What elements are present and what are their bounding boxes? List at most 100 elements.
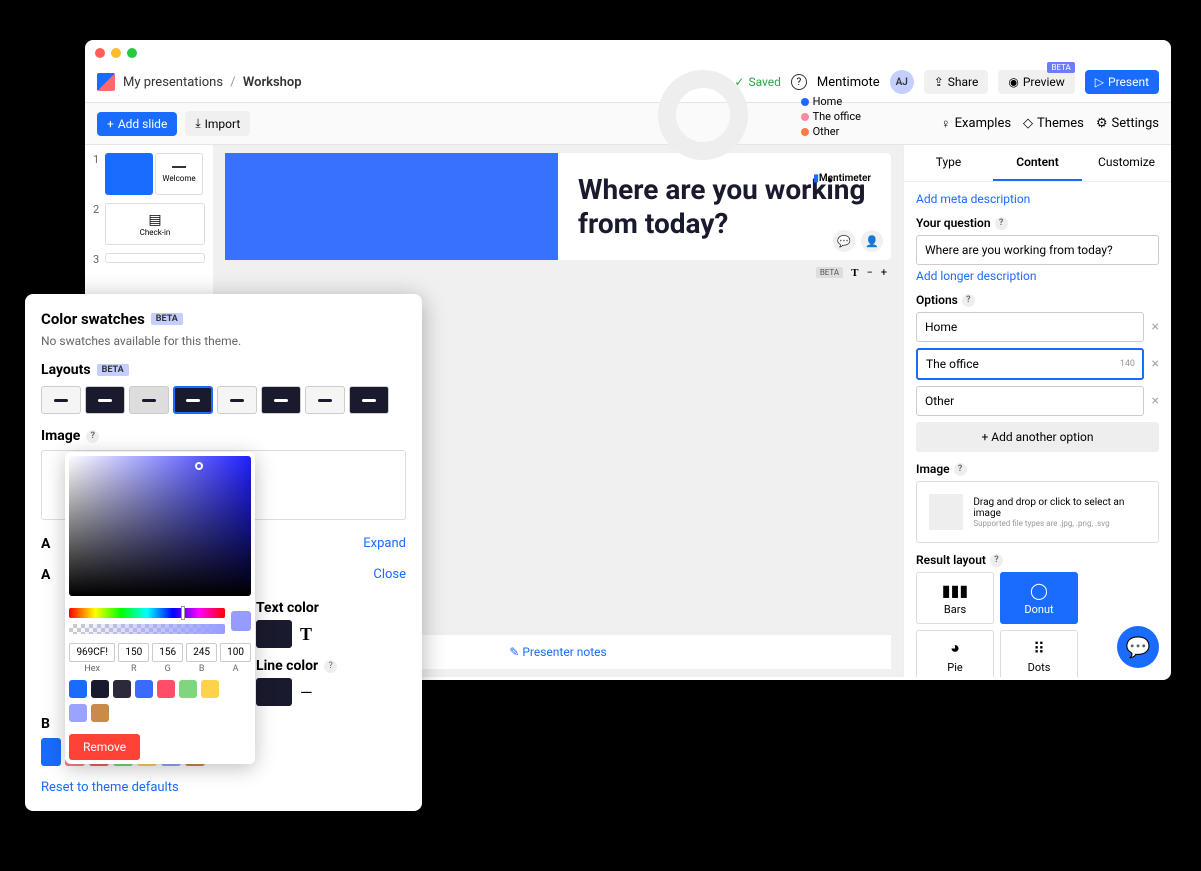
option-row: 140 × [916, 348, 1159, 380]
preset-swatch[interactable] [69, 704, 87, 722]
remove-option-icon[interactable]: × [1152, 356, 1159, 372]
hue-slider[interactable] [69, 608, 225, 618]
help-icon[interactable]: ? [954, 463, 967, 476]
add-meta-link[interactable]: Add meta description [916, 192, 1159, 206]
remove-option-icon[interactable]: × [1152, 319, 1159, 335]
reset-theme-link[interactable]: Reset to theme defaults [41, 780, 406, 795]
import-button[interactable]: ⤓Import [185, 111, 250, 136]
breadcrumb-current[interactable]: Workshop [243, 75, 302, 90]
breadcrumb-root[interactable]: My presentations [123, 75, 223, 90]
breadcrumb-separator: / [230, 75, 235, 90]
share-button[interactable]: ⇪Share [924, 70, 989, 94]
help-icon[interactable]: ? [324, 660, 337, 673]
slide-canvas[interactable]: Where are you working from today? ▮Menti… [225, 153, 891, 260]
g-input[interactable] [152, 643, 183, 662]
preset-swatches-2 [69, 704, 251, 722]
text-tool-icon[interactable]: T [851, 267, 858, 279]
layout-donut[interactable]: ◯Donut [1000, 572, 1078, 624]
add-longer-link[interactable]: Add longer description [916, 269, 1159, 283]
close-window-icon[interactable] [95, 48, 105, 58]
layout-thumb[interactable] [217, 386, 257, 414]
app-logo-icon [97, 73, 115, 91]
preset-swatch[interactable] [179, 680, 197, 698]
hex-input[interactable] [69, 643, 115, 662]
slide-thumb[interactable] [105, 153, 153, 195]
option-input[interactable] [916, 386, 1144, 416]
avatar[interactable]: AJ [890, 70, 914, 94]
partial-label: A [41, 536, 50, 552]
slide-number: 2 [93, 203, 105, 245]
layout-thumb[interactable] [129, 386, 169, 414]
themes-link[interactable]: ◇Themes [1023, 116, 1084, 132]
add-option-button[interactable]: + Add another option [916, 422, 1159, 452]
preset-swatch[interactable] [69, 680, 87, 698]
gradient-cursor-icon[interactable] [195, 462, 203, 470]
remove-option-icon[interactable]: × [1152, 393, 1159, 409]
hue-cursor-icon[interactable] [181, 606, 185, 620]
layout-thumb[interactable] [305, 386, 345, 414]
expand-link[interactable]: Expand [363, 536, 406, 551]
layout-thumbnails [41, 386, 406, 414]
text-color-chip[interactable] [256, 620, 292, 648]
layout-thumb[interactable] [261, 386, 301, 414]
layout-thumb[interactable] [41, 386, 81, 414]
layout-thumb[interactable] [173, 386, 213, 414]
preset-swatch[interactable] [157, 680, 175, 698]
question-label: Your question? [916, 216, 1159, 230]
settings-link[interactable]: ⚙Settings [1096, 116, 1159, 132]
chat-icon[interactable]: 💬 [833, 230, 855, 252]
layout-pie[interactable]: ◕Pie [916, 630, 994, 677]
line-color-chip[interactable] [256, 678, 292, 706]
partial-label: A [41, 567, 50, 583]
person-icon[interactable]: 👤 [861, 230, 883, 252]
mentimote-link[interactable]: Mentimote [817, 75, 880, 90]
help-icon[interactable]: ? [962, 294, 975, 307]
preset-swatch[interactable] [113, 680, 131, 698]
examples-link[interactable]: ♀Examples [941, 116, 1011, 132]
slide-thumb[interactable]: ▤Check-in [105, 203, 205, 245]
tab-type[interactable]: Type [904, 145, 993, 181]
maximize-window-icon[interactable] [127, 48, 137, 58]
slide-thumb[interactable] [105, 253, 205, 263]
help-icon[interactable]: ? [791, 74, 807, 90]
intercom-chat-icon[interactable]: 💬 [1117, 626, 1159, 668]
r-input[interactable] [118, 643, 149, 662]
slide-thumb[interactable]: Welcome [155, 153, 203, 195]
layout-bars[interactable]: ▮▮▮Bars [916, 572, 994, 624]
option-input[interactable] [916, 312, 1144, 342]
bar-swatch[interactable] [41, 738, 61, 766]
slide-item[interactable]: 1 Welcome [93, 153, 205, 195]
alpha-slider[interactable] [69, 624, 225, 634]
layout-dots[interactable]: ⠿Dots [1000, 630, 1078, 677]
b-input[interactable] [186, 643, 217, 662]
slide-item[interactable]: 3 [93, 253, 205, 266]
help-icon[interactable]: ? [990, 554, 1003, 567]
layout-thumb[interactable] [349, 386, 389, 414]
tab-customize[interactable]: Customize [1082, 145, 1171, 181]
image-dropzone[interactable]: Drag and drop or click to select an imag… [916, 481, 1159, 543]
tab-content[interactable]: Content [993, 145, 1082, 181]
remove-button[interactable]: Remove [69, 734, 140, 760]
question-input[interactable] [916, 235, 1159, 265]
add-slide-button[interactable]: +Add slide [97, 112, 177, 136]
preset-swatch[interactable] [91, 680, 109, 698]
zoom-out-icon[interactable]: − [866, 266, 872, 279]
minimize-window-icon[interactable] [111, 48, 121, 58]
preset-swatch[interactable] [91, 704, 109, 722]
droplet-icon: ◇ [1023, 116, 1033, 131]
help-icon[interactable]: ? [995, 217, 1008, 230]
option-input[interactable] [916, 348, 1144, 380]
zoom-in-icon[interactable]: + [881, 266, 887, 279]
slide-item[interactable]: 2 ▤Check-in [93, 203, 205, 245]
saturation-gradient[interactable] [69, 456, 251, 596]
preset-swatch[interactable] [201, 680, 219, 698]
help-icon[interactable]: ? [86, 430, 99, 443]
preset-swatch[interactable] [135, 680, 153, 698]
present-button[interactable]: ▷Present [1085, 70, 1159, 94]
close-link[interactable]: Close [373, 567, 406, 582]
layout-thumb[interactable] [85, 386, 125, 414]
breadcrumb[interactable]: My presentations / Workshop [123, 75, 302, 90]
preview-button[interactable]: ◉Preview [998, 70, 1074, 94]
a-input[interactable] [220, 643, 251, 662]
char-count: 140 [1120, 359, 1135, 369]
